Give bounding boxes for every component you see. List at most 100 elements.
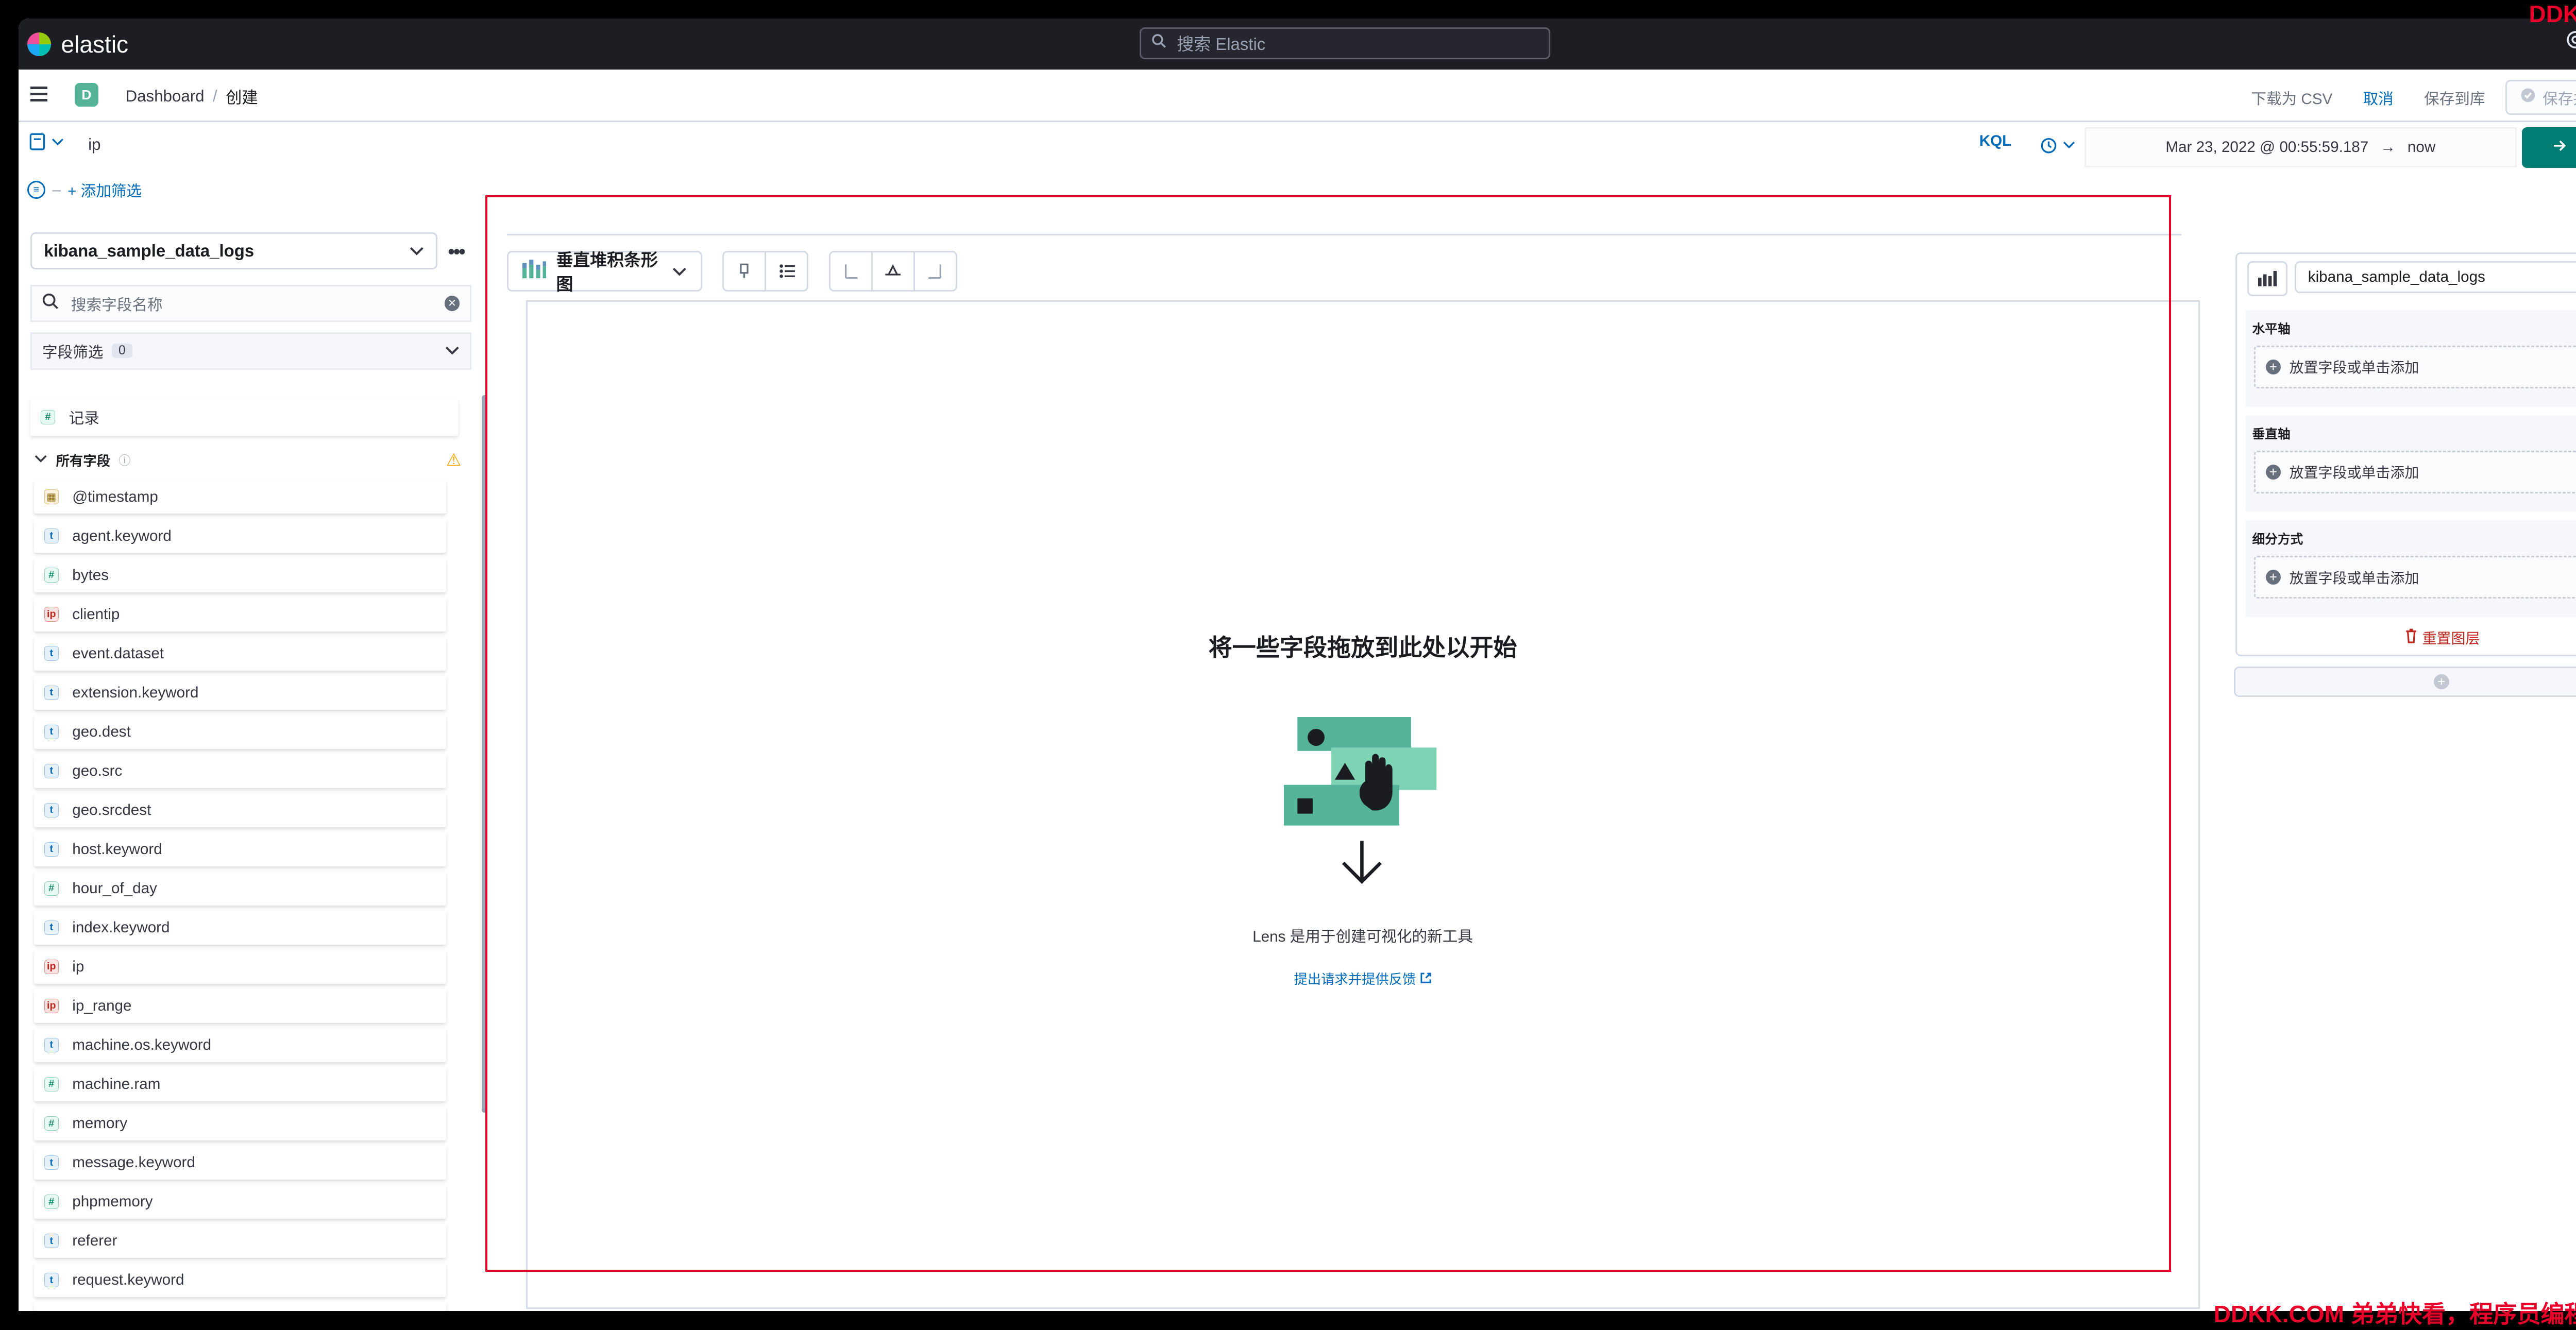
external-link-icon [1420,971,1432,987]
records-field[interactable]: # 记录 [30,398,458,436]
string-type-icon: t [44,1233,59,1249]
vertical-axis-dropzone[interactable]: + 放置字段或单击添加 [2253,451,2576,493]
field-item[interactable]: # bytes [33,558,446,592]
field-list: ▦ @timestamp t agent.keyword # bytes ip clienti… [33,480,446,1311]
date-start[interactable]: Mar 23, 2022 @ 00:55:59.187 [2165,139,2368,156]
info-icon[interactable]: ⓘ [118,451,130,468]
plus-icon: + [2265,464,2281,480]
field-item[interactable]: t geo.srcdest [33,793,446,827]
field-list-scrollbar[interactable] [481,395,487,1113]
field-item[interactable]: t message.keyword [33,1146,446,1180]
breadcrumb-bar: D Dashboard / 创建 下载为 CSV 取消 保存到库 保存并返回 [19,69,2576,122]
field-name: clientip [72,605,120,623]
query-language-toggle[interactable]: KQL [1979,132,2012,150]
plus-icon: + [2434,674,2449,690]
field-item[interactable]: t extension.keyword [33,675,446,710]
feedback-link[interactable]: 提出请求并提供反馈 [528,968,2198,988]
plus-icon: + [2265,359,2281,375]
save-to-library-button[interactable]: 保存到库 [2424,87,2485,109]
breadcrumb-dashboard[interactable]: Dashboard [126,87,205,106]
watermark-bottom: DDKK.COM 弟弟快看，程序员编程资料站 [2213,1300,2576,1327]
field-item[interactable]: t request.keyword [33,1263,446,1298]
search-icon [42,293,59,314]
add-filter-button[interactable]: + 添加筛选 [67,179,142,201]
field-item[interactable]: t referer [33,1224,446,1258]
elastic-logo[interactable]: elastic [27,30,128,58]
field-item[interactable]: t event.dataset [33,636,446,671]
brush-icon[interactable] [724,252,767,290]
filter-options-icon[interactable]: ≡ [27,180,46,199]
field-item[interactable]: # machine.ram [33,1067,446,1101]
section-label: 垂直轴 [2252,427,2291,441]
field-item[interactable]: t machine.os.keyword [33,1028,446,1062]
breakdown-dropzone[interactable]: + 放置字段或单击添加 [2253,556,2576,599]
save-and-return-button[interactable]: 保存并返回 [2505,79,2576,115]
saved-query-menu[interactable] [29,132,70,158]
field-name: host.keyword [72,840,162,858]
refresh-icon [2552,138,2568,157]
field-item[interactable]: # memory [33,1106,446,1140]
more-options-icon[interactable]: ••• [448,241,466,264]
index-pattern-select[interactable]: kibana_sample_data_logs [30,232,438,270]
field-name: memory [72,1115,128,1132]
query-input[interactable]: ip [76,127,1988,163]
field-name: @timestamp [72,488,158,505]
plus-icon: + [2265,569,2281,585]
field-search-input[interactable]: 搜索字段名称 ✕ [30,285,472,322]
layer-chart-type-button[interactable] [2247,261,2288,297]
drop-zone-canvas[interactable]: 将一些字段拖放到此处以开始 Lens 是用于创建可视化的新工具 提出请求并提供反… [526,300,2200,1309]
breadcrumb-current: 创建 [226,88,258,107]
date-end[interactable]: now [2408,139,2435,156]
right-axis-icon[interactable] [915,252,956,289]
legend-icon[interactable] [766,252,807,289]
search-placeholder: 搜索 Elastic [1177,35,1266,54]
dropzone-text: 放置字段或单击添加 [2289,465,2419,481]
filter-bar: ≡ – + 添加筛选 [19,178,142,202]
global-search-input[interactable]: 搜索 Elastic [1140,27,1550,60]
field-item[interactable]: t geo.src [33,754,446,788]
reset-layer-button[interactable]: 重置图层 [2237,627,2576,648]
field-item[interactable]: # phpmemory [33,1185,446,1219]
divider: – [52,181,61,198]
field-item[interactable]: t index.keyword [33,910,446,945]
horizontal-axis-dropzone[interactable]: + 放置字段或单击添加 [2253,346,2576,388]
axis-options-group [828,251,957,292]
all-fields-accordion[interactable]: 所有字段 ⓘ ⚠ [34,448,475,471]
chart-switch-button[interactable]: 垂直堆积条形图 [507,250,702,294]
space-avatar[interactable]: D [74,83,98,107]
trash-icon [2404,628,2422,646]
number-type-icon: # [44,1194,59,1209]
clear-icon[interactable]: ✕ [444,296,460,312]
download-csv-button[interactable]: 下载为 CSV [2251,87,2332,109]
menu-icon[interactable] [30,86,48,102]
field-item[interactable]: # hour_of_day [33,871,446,906]
field-item[interactable]: ip ip_range [33,989,446,1023]
field-item[interactable]: t agent.keyword [33,519,446,553]
left-axis-icon[interactable] [831,252,873,290]
vertical-axis-section: 垂直轴 + 放置字段或单击添加 [2245,415,2576,512]
help-icon[interactable] [2566,30,2576,54]
field-item[interactable]: ip clientip [33,597,446,632]
dropzone-text: 放置字段或单击添加 [2289,570,2419,586]
cancel-button[interactable]: 取消 [2363,87,2394,109]
field-item[interactable]: ▦ @timestamp [33,480,446,514]
section-label: 细分方式 [2252,532,2303,547]
bottom-axis-icon[interactable] [873,252,915,290]
field-item[interactable]: t geo.dest [33,714,446,749]
quick-date-menu[interactable] [2035,130,2082,161]
header-actions: 下载为 CSV 取消 保存到库 保存并返回 [2221,79,2576,115]
field-item[interactable]: ip ip [33,949,446,984]
horizontal-axis-section: 水平轴 + 放置字段或单击添加 [2245,310,2576,407]
field-item[interactable]: t host.keyword [33,832,446,866]
number-type-icon: # [44,568,59,583]
layer-index-pattern-select[interactable]: kibana_sample_data_logs [2294,261,2576,294]
date-range-picker[interactable]: Mar 23, 2022 @ 00:55:59.187 → now [2084,127,2517,168]
warning-icon[interactable]: ⚠ [446,450,462,470]
field-item[interactable]: tresponse.keyword [33,1302,446,1311]
field-filter-count: 0 [111,344,132,359]
field-type-filter[interactable]: 字段筛选 0 [30,332,472,370]
string-type-icon: t [44,763,59,778]
all-fields-label: 所有字段 [56,453,110,469]
update-button[interactable]: 更新 [2522,127,2576,168]
add-layer-button[interactable]: + [2233,666,2576,697]
